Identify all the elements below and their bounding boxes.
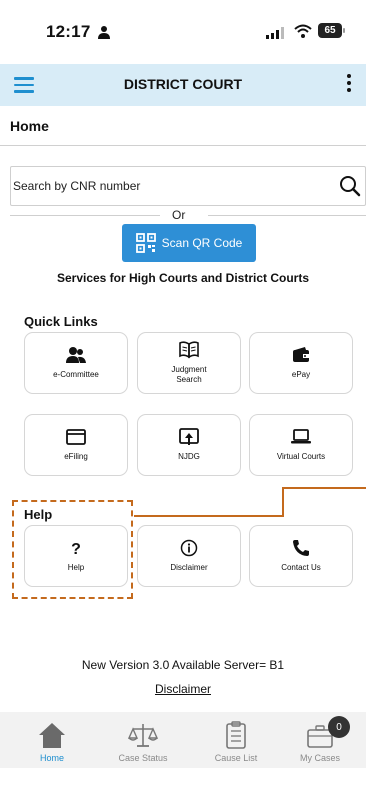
phone-icon [293,540,309,556]
app-bar: DISTRICT COURT [0,64,366,106]
wallet-icon [293,347,309,362]
nav-label: My Cases [299,753,340,763]
quick-link-e-committee[interactable]: e-Committee [24,332,128,394]
nav-case-status[interactable]: Case Status [103,712,183,768]
status-time: 12:17 [46,22,91,41]
help-highlight-box [12,500,133,599]
scan-qr-code-label: Scan QR Code [161,236,243,250]
cnr-search-box [10,166,366,206]
nav-home[interactable]: Home [12,712,92,768]
wifi-icon [294,24,312,38]
upload-box-icon [179,428,199,445]
nav-label: Home [39,753,64,763]
quick-link-njdg[interactable]: NJDG [137,414,241,476]
tile-label: Virtual Courts [276,452,326,461]
tile-label: Contact Us [281,563,321,572]
status-bar: 12:17 65 [0,0,366,58]
page-title: Home [10,118,49,134]
disclaimer-tile[interactable]: Disclaimer [137,525,241,587]
nav-cause-list[interactable]: Cause List [196,712,276,768]
more-options-icon[interactable] [346,74,352,96]
tile-label: Disclaimer [170,563,208,572]
my-cases-badge: 0 [328,716,350,738]
search-icon[interactable] [339,175,361,197]
person-icon [98,26,110,39]
services-heading: Services for High Courts and District Co… [56,271,310,285]
book-icon [179,341,199,359]
or-text: Or [172,208,186,222]
quick-links-title: Quick Links [24,314,98,329]
quick-link-efiling[interactable]: eFiling [24,414,128,476]
scales-icon [128,724,158,747]
info-icon [180,539,198,557]
quick-link-judgment-search[interactable]: Judgment Search [137,332,241,394]
nav-my-cases[interactable]: My Cases 0 [280,712,360,768]
tile-label: NJDG [178,452,200,461]
laptop-icon [291,429,311,444]
signal-icon [266,27,284,39]
highlight-connector-line [134,487,366,517]
people-icon [66,347,86,363]
contact-us-tile[interactable]: Contact Us [249,525,353,587]
home-icon [39,723,65,748]
quick-link-virtual-courts[interactable]: Virtual Courts [249,414,353,476]
browser-window-icon [66,429,86,445]
qr-code-icon [135,233,156,253]
quick-link-epay[interactable]: ePay [249,332,353,394]
battery-indicator: 65 [318,23,345,38]
tile-label: eFiling [64,452,88,461]
page-header: Home [0,106,366,146]
tile-label: e-Committee [53,370,99,379]
scan-qr-code-button[interactable]: Scan QR Code [122,224,256,262]
or-divider: Or [0,206,366,226]
nav-label: Case Status [118,753,168,763]
clipboard-icon [226,721,246,749]
nav-label: Cause List [214,753,258,763]
app-title: DISTRICT COURT [123,76,243,92]
version-text: New Version 3.0 Available Server= B1 [81,658,285,672]
tile-label: ePay [291,370,311,379]
cnr-search-input[interactable] [11,167,321,205]
bottom-navigation: Home Case Status Cause List My Cases 0 [0,712,366,768]
tile-label: Judgment Search [171,365,207,384]
disclaimer-link[interactable]: Disclaimer [0,682,366,696]
